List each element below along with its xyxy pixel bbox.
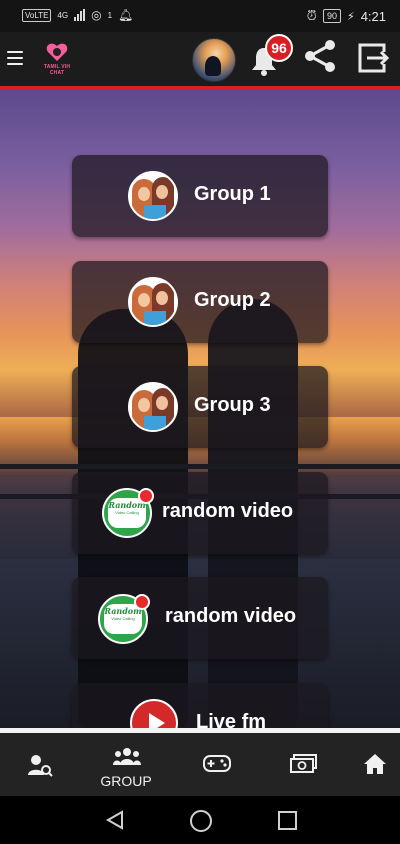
alarm-icon: ⏰︎ xyxy=(306,8,317,23)
menu-card-random-video-2[interactable]: Random Video Calling random video xyxy=(72,577,328,659)
nav-money[interactable] xyxy=(263,733,343,796)
group-icon xyxy=(113,748,141,765)
charging-icon: ⚡︎ xyxy=(346,10,355,23)
nav-home[interactable] xyxy=(336,733,400,796)
gamepad-icon xyxy=(203,755,231,772)
menu-icon[interactable] xyxy=(7,51,23,65)
app-logo: TAMIL VIH CHAT xyxy=(36,42,78,76)
home-button-icon[interactable] xyxy=(190,810,212,832)
nav-group[interactable]: GROUP xyxy=(86,733,166,796)
hotspot-icon: ◎ xyxy=(91,8,102,22)
notification-bell-small-icon: 🔔︎ xyxy=(118,8,134,22)
video-camera-icon xyxy=(134,594,150,610)
play-icon xyxy=(130,699,178,728)
menu-card-random-video-1[interactable]: Random Video Calling random video xyxy=(72,472,328,554)
share-icon[interactable] xyxy=(302,38,338,74)
menu-card-group-2[interactable]: Group 2 xyxy=(72,261,328,343)
clock: 4:21 xyxy=(360,8,386,24)
profile-avatar[interactable] xyxy=(192,38,236,82)
home-icon xyxy=(364,754,386,774)
menu-card-group-1[interactable]: Group 1 xyxy=(72,155,328,237)
system-navigation-bar xyxy=(0,796,400,844)
nav-user-search[interactable] xyxy=(0,733,80,796)
nav-group-label: GROUP xyxy=(100,773,152,789)
bottom-navigation: GROUP xyxy=(0,728,400,796)
battery-level: 90 xyxy=(322,9,341,23)
group-photo-icon xyxy=(128,382,178,432)
signal-icon xyxy=(74,9,86,21)
volte-indicator: VoLTE xyxy=(22,8,52,22)
status-bar: VoLTE 4G ◎ 1 🔔︎ ⏰︎ 90 ⚡︎ 4:21 xyxy=(0,0,400,32)
menu-card-label: Group 2 xyxy=(194,289,271,311)
random-video-chat-icon: Random Video Calling xyxy=(102,488,154,538)
heart-logo-icon xyxy=(46,43,68,61)
notification-count: 1 xyxy=(107,10,113,20)
video-camera-icon xyxy=(138,488,154,504)
app-bar: TAMIL VIH CHAT 96 xyxy=(0,32,400,89)
random-video-chat-icon: Random Video Calling xyxy=(98,594,150,644)
nav-games[interactable] xyxy=(176,733,256,796)
logout-icon[interactable] xyxy=(356,42,390,74)
notification-badge: 96 xyxy=(265,34,293,62)
user-search-icon xyxy=(28,755,53,777)
menu-card-label: random video xyxy=(165,605,297,627)
menu-card-label: Live fm xyxy=(196,711,267,728)
group-photo-icon xyxy=(128,171,178,221)
background-image: Group 1 Group 2 Group 3 Random Video Cal… xyxy=(0,89,400,728)
menu-card-live-fm[interactable]: Live fm xyxy=(72,683,328,728)
menu-card-label: random video xyxy=(162,500,294,522)
back-icon[interactable] xyxy=(106,810,124,830)
recent-apps-icon[interactable] xyxy=(278,811,297,830)
group-photo-icon xyxy=(128,277,178,327)
menu-card-label: Group 1 xyxy=(194,183,271,205)
menu-card-label: Group 3 xyxy=(194,394,271,416)
money-icon xyxy=(290,754,317,773)
menu-card-group-3[interactable]: Group 3 xyxy=(72,366,328,448)
logo-text: TAMIL VIH CHAT xyxy=(43,64,71,76)
network-type: 4G xyxy=(57,10,69,20)
